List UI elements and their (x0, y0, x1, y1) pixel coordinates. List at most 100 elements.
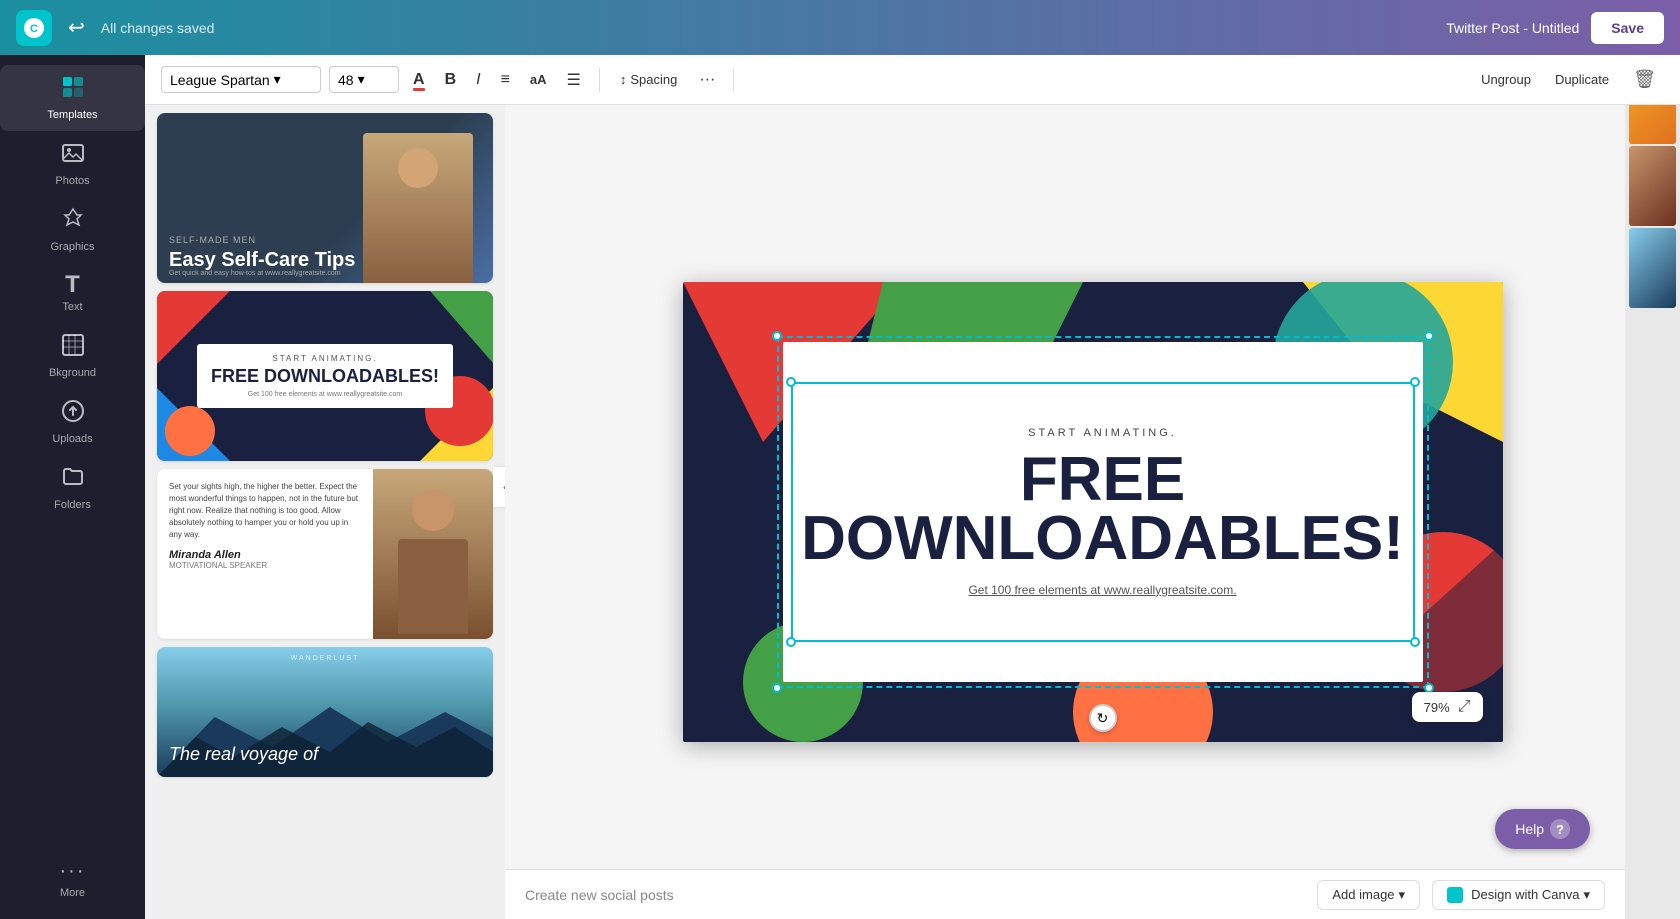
template-card-2[interactable]: START ANIMATING. FREE DOWNLOADABLES! Get… (157, 291, 493, 461)
bottom-bar: Create new social posts Add image ▾ Desi… (505, 869, 1625, 919)
design-with-canva-button[interactable]: Design with Canva ▾ (1432, 880, 1605, 910)
create-social-posts-button[interactable]: Create new social posts (525, 887, 674, 903)
canvas-main-title[interactable]: FREEDOWNLOADABLES! (801, 451, 1404, 569)
tmpl1-footer: Get quick and easy how-tos at www.really… (169, 270, 493, 277)
font-size-selector[interactable]: 48 ▾ (329, 66, 399, 93)
templates-grid: Self-Made Men Easy Self-Care Tips Get qu… (145, 113, 505, 789)
help-icon: ? (1550, 819, 1570, 839)
canva-logo[interactable]: C (16, 10, 52, 46)
sidebar-item-more[interactable]: ··· More (0, 850, 145, 909)
photos-icon (61, 141, 85, 171)
template-preview-2: START ANIMATING. FREE DOWNLOADABLES! Get… (157, 291, 493, 461)
toolbar-right: Ungroup Duplicate 🗑 (1473, 65, 1664, 94)
zoom-bar: 79% ⤢ (1412, 692, 1483, 722)
duplicate-button[interactable]: Duplicate (1547, 68, 1617, 91)
rotate-handle[interactable]: ↻ (1089, 704, 1117, 732)
tmpl2-title: FREE DOWNLOADABLES! (211, 367, 439, 387)
tmpl3-photo (373, 469, 493, 639)
sidebar-item-label-more: More (60, 887, 85, 899)
add-image-button[interactable]: Add image ▾ (1317, 880, 1420, 910)
help-label: Help (1515, 821, 1544, 837)
italic-button[interactable]: I (470, 67, 486, 93)
add-image-label: Add image (1332, 887, 1394, 902)
help-button[interactable]: Help ? (1495, 809, 1590, 849)
canva-logo-icon: C (16, 10, 52, 46)
sidebar-item-uploads[interactable]: Uploads (0, 389, 145, 455)
sidebar-item-photos[interactable]: Photos (0, 131, 145, 197)
handle-tl-outer[interactable] (772, 331, 782, 341)
tmpl1-title: Easy Self-Care Tips (169, 249, 355, 271)
delete-button[interactable]: 🗑 (1625, 65, 1664, 94)
handle-tr-outer[interactable] (1424, 331, 1434, 341)
template-card-4[interactable]: WANDERLUST The real voyage of (157, 647, 493, 777)
font-color-button[interactable]: A (407, 67, 431, 93)
tmpl4-label: WANDERLUST (291, 655, 360, 662)
tmpl1-person-shape (363, 133, 473, 283)
font-color-icon: A (413, 71, 425, 88)
tmpl3-name: Miranda Allen (169, 549, 361, 561)
tmpl4-mountains-svg (157, 697, 493, 777)
strip-image-2[interactable] (1629, 146, 1676, 226)
text-icon: T (61, 273, 85, 297)
strip-image-3[interactable] (1629, 228, 1676, 308)
template-card-3[interactable]: Set your sights high, the higher the bet… (157, 469, 493, 639)
top-bar: C ↩ All changes saved Twitter Post - Unt… (0, 0, 1680, 55)
ungroup-button[interactable]: Ungroup (1473, 68, 1539, 91)
sidebar-item-label-templates: Templates (47, 109, 97, 121)
canva-mini-logo (1447, 887, 1463, 903)
tmpl2-white-box: START ANIMATING. FREE DOWNLOADABLES! Get… (197, 344, 453, 408)
toolbar-separator-1 (599, 68, 600, 92)
templates-icon (61, 75, 85, 105)
design-label: Design with Canva (1471, 887, 1579, 902)
sidebar-item-folders[interactable]: Folders (0, 455, 145, 521)
add-image-chevron: ▾ (1399, 887, 1406, 903)
canvas-sub-text: Get 100 free elements at www.reallygreat… (968, 583, 1236, 597)
template-preview-3: Set your sights high, the higher the bet… (157, 469, 493, 639)
canvas-text-content: START ANIMATING. FREEDOWNLOADABLES! Get … (783, 342, 1423, 682)
tmpl1-content: Self-Made Men Easy Self-Care Tips (169, 235, 355, 271)
tmpl3-body (398, 539, 468, 634)
more-options-button[interactable]: ··· (693, 67, 721, 93)
graphics-icon (61, 207, 85, 237)
tmpl1-head (398, 148, 438, 188)
right-image-strip (1625, 60, 1680, 919)
zoom-expand-button[interactable]: ⤢ (1458, 698, 1471, 716)
svg-text:C: C (30, 23, 38, 35)
project-title: Twitter Post - Untitled (1446, 20, 1579, 36)
font-family-chevron: ▾ (274, 71, 281, 88)
sidebar-item-text[interactable]: T Text (0, 263, 145, 323)
list-button[interactable]: ☰ (561, 66, 587, 94)
sidebar-item-graphics[interactable]: Graphics (0, 197, 145, 263)
font-color-swatch (413, 88, 425, 91)
undo-button[interactable]: ↩ (64, 11, 89, 44)
spacing-button[interactable]: ↕ Spacing (612, 68, 685, 91)
toolbar-separator-2 (733, 68, 734, 92)
sidebar-item-templates[interactable]: Templates (0, 65, 145, 131)
text-toolbar: League Spartan ▾ 48 ▾ A B I ≡ aA ☰ ↕ Spa… (145, 55, 1680, 105)
sidebar-item-background[interactable]: Bkground (0, 323, 145, 389)
sidebar-item-label-graphics: Graphics (50, 241, 94, 253)
sidebar-item-label-photos: Photos (55, 175, 89, 187)
tmpl3-role: MOTIVATIONAL SPEAKER (169, 561, 361, 570)
sidebar-item-label-folders: Folders (54, 499, 91, 511)
tmpl3-head (412, 489, 454, 531)
canvas-area: START ANIMATING. FREEDOWNLOADABLES! Get … (505, 105, 1680, 919)
font-size-chevron: ▾ (358, 71, 365, 88)
template-card-1[interactable]: Self-Made Men Easy Self-Care Tips Get qu… (157, 113, 493, 283)
more-icon: ··· (60, 860, 86, 883)
bold-button[interactable]: B (439, 67, 463, 93)
font-family-selector[interactable]: League Spartan ▾ (161, 66, 321, 93)
background-icon (61, 333, 85, 363)
uploads-icon (61, 399, 85, 429)
zoom-value: 79% (1424, 700, 1450, 715)
panel-collapse-handle[interactable]: ‹ (493, 467, 505, 507)
template-preview-1: Self-Made Men Easy Self-Care Tips Get qu… (157, 113, 493, 283)
handle-bl-outer[interactable] (772, 683, 782, 693)
folders-icon (61, 465, 85, 495)
design-canvas[interactable]: START ANIMATING. FREEDOWNLOADABLES! Get … (683, 282, 1503, 742)
save-button[interactable]: Save (1591, 12, 1664, 44)
align-button[interactable]: ≡ (495, 67, 516, 93)
case-button[interactable]: aA (524, 68, 553, 91)
tmpl3-text: Set your sights high, the higher the bet… (157, 469, 373, 639)
sidebar-item-label-uploads: Uploads (52, 433, 92, 445)
